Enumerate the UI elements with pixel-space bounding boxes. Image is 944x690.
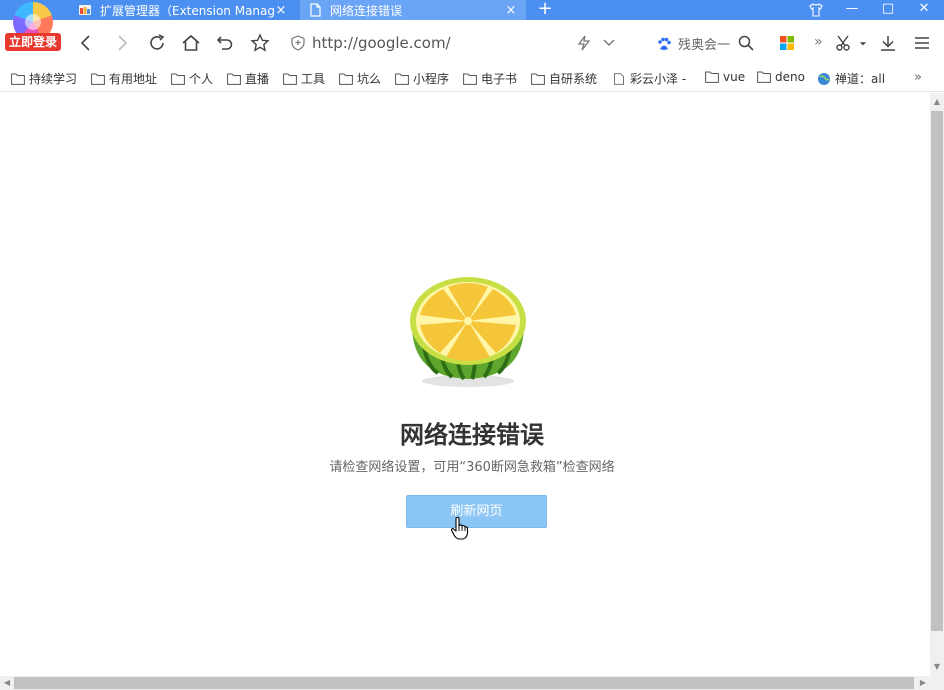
folder-icon — [283, 73, 297, 85]
scroll-down-icon[interactable]: ▼ — [930, 660, 944, 674]
speed-mode-button[interactable] — [573, 32, 595, 54]
bookmark-item[interactable]: 工具 — [283, 70, 325, 87]
forward-button[interactable] — [111, 32, 133, 54]
tab-close-icon[interactable]: × — [504, 3, 518, 18]
apps-button[interactable] — [776, 32, 798, 54]
bookmark-item[interactable]: 个人 — [171, 70, 213, 87]
folder-icon — [171, 73, 185, 85]
tab-close-icon[interactable]: × — [274, 3, 288, 18]
toolbar-more-icon[interactable]: » — [814, 34, 823, 50]
search-icon — [738, 35, 754, 51]
bookmark-item[interactable]: 小程序 — [395, 70, 449, 87]
globe-icon — [818, 72, 830, 85]
download-icon — [881, 36, 895, 51]
folder-icon — [91, 73, 105, 85]
home-icon — [182, 34, 200, 51]
bookmark-item[interactable]: 直播 — [227, 70, 269, 87]
bookmarks-overflow-icon[interactable]: » — [914, 70, 922, 85]
chevron-right-icon — [118, 35, 128, 51]
bookmark-item[interactable]: 持续学习 — [11, 70, 77, 87]
bookmark-item[interactable]: 电子书 — [463, 70, 517, 87]
undo-icon — [216, 36, 233, 50]
bookmarks-bar: 持续学习 有用地址 个人 直播 工具 坑么 小程序 电子书 自研系统 彩云小泽 … — [0, 65, 944, 92]
folder-icon — [463, 73, 477, 85]
new-tab-button[interactable]: + — [536, 0, 554, 20]
shirt-icon — [809, 3, 823, 17]
star-icon — [250, 33, 270, 52]
bookmark-item[interactable]: deno — [757, 70, 805, 84]
tab-extension-manager[interactable]: 扩展管理器（Extension Manager） × — [70, 0, 296, 20]
search-box[interactable]: 残奥会一 — [656, 34, 730, 53]
folder-icon — [531, 73, 545, 85]
folder-icon — [705, 71, 719, 83]
bookmark-item[interactable]: 自研系统 — [531, 70, 597, 87]
skin-button[interactable] — [798, 0, 834, 20]
screenshot-button[interactable] — [833, 32, 855, 54]
horizontal-scrollbar[interactable]: ◀ ▶ — [0, 676, 930, 690]
security-shield-icon[interactable] — [290, 35, 306, 51]
address-bar-url[interactable]: http://google.com/ — [312, 34, 451, 52]
maximize-button[interactable]: □ — [870, 0, 906, 20]
scroll-up-icon[interactable]: ▲ — [930, 95, 944, 109]
folder-icon — [395, 73, 409, 85]
home-button[interactable] — [180, 32, 202, 54]
bookmark-item[interactable]: 禅道：all — [817, 70, 885, 87]
navigation-bar: http://google.com/ 残奥会一 » — [0, 20, 944, 65]
bookmark-item[interactable]: 坑么 — [339, 70, 381, 87]
folder-icon — [227, 73, 241, 85]
reload-button[interactable] — [146, 32, 168, 54]
folder-icon — [339, 73, 353, 85]
baidu-paw-icon — [658, 37, 671, 50]
login-button[interactable]: 立即登录 — [5, 33, 61, 51]
error-description: 请检查网络设置，可用“360断网急救箱”检查网络 — [329, 460, 615, 475]
undo-close-tab-button[interactable] — [214, 32, 236, 54]
download-button[interactable] — [877, 32, 899, 54]
browser-logo-area: 立即登录 — [0, 0, 66, 54]
scroll-left-icon[interactable]: ◀ — [0, 676, 14, 690]
vertical-scrollbar[interactable]: ▲ ▼ — [930, 93, 944, 676]
error-title: 网络连接错误 — [400, 421, 544, 449]
menu-button[interactable] — [911, 32, 933, 54]
bookmark-item[interactable]: 有用地址 — [91, 70, 157, 87]
close-window-button[interactable]: ✕ — [906, 0, 942, 20]
reload-icon — [150, 34, 165, 50]
watermelon-error-illustration — [410, 277, 526, 387]
tab-network-error[interactable]: 网络连接错误 × — [300, 0, 526, 20]
back-button[interactable] — [75, 32, 97, 54]
page-favicon-icon — [310, 3, 321, 17]
bookmark-item[interactable]: vue — [705, 70, 745, 84]
search-hint-text: 残奥会一 — [678, 38, 731, 53]
scrollbar-corner — [930, 676, 944, 690]
horizontal-scroll-thumb[interactable] — [14, 677, 914, 689]
tab-title: 扩展管理器（Extension Manager） — [100, 3, 274, 18]
chevron-down-icon — [603, 39, 615, 46]
screenshot-dropdown[interactable] — [858, 32, 868, 54]
extension-favicon-icon — [79, 5, 91, 15]
refresh-page-button[interactable]: 刷新网页 — [406, 495, 547, 528]
hand-cursor-icon — [450, 516, 469, 540]
scroll-right-icon[interactable]: ▶ — [916, 676, 930, 690]
lightning-icon — [577, 35, 591, 51]
folder-icon — [757, 71, 771, 83]
search-button[interactable] — [735, 32, 757, 54]
caret-down-icon — [859, 42, 867, 46]
url-dropdown-button[interactable] — [598, 32, 620, 54]
error-page: 网络连接错误 请检查网络设置，可用“360断网急救箱”检查网络 刷新网页 — [0, 93, 930, 676]
tab-title: 网络连接错误 — [330, 3, 403, 18]
vertical-scroll-thumb[interactable] — [931, 111, 943, 631]
apps-grid-icon — [780, 36, 794, 50]
minimize-button[interactable]: — — [834, 0, 870, 20]
folder-icon — [11, 73, 25, 85]
bookmark-item[interactable]: 彩云小泽 - — [612, 70, 686, 87]
chevron-left-icon — [80, 35, 90, 51]
page-icon — [614, 72, 624, 85]
scissors-icon — [836, 35, 850, 51]
hamburger-menu-icon — [915, 37, 929, 49]
bookmark-star-button[interactable] — [249, 32, 271, 54]
